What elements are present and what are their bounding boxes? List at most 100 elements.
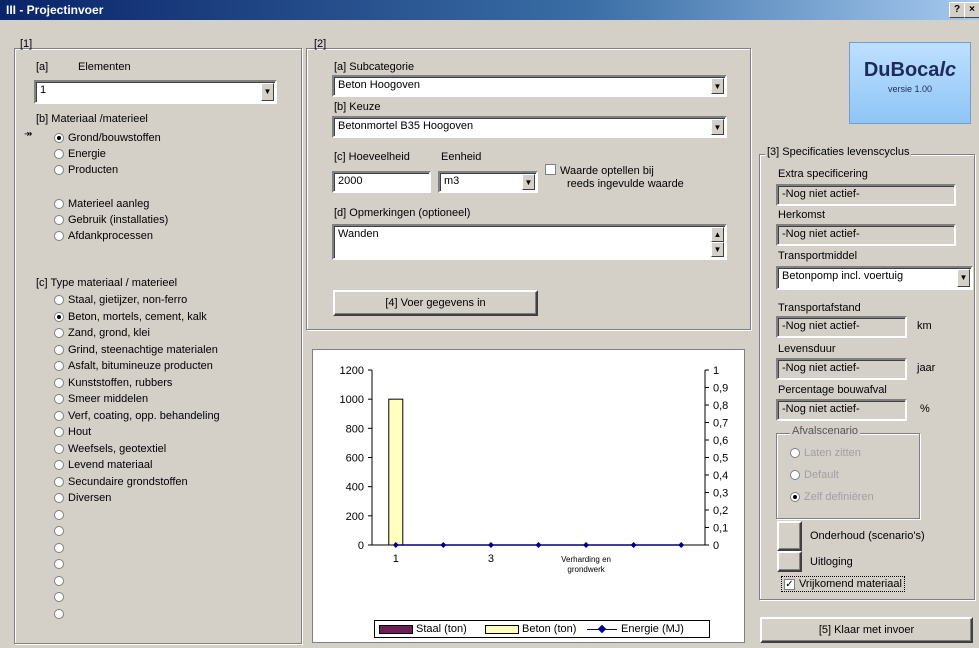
- radio-producten[interactable]: Producten: [54, 163, 118, 177]
- radio-type-materiaal[interactable]: Kunststoffen, rubbers: [54, 376, 172, 390]
- radio-default[interactable]: Default: [790, 468, 839, 482]
- y2-tick-label: 0,2: [713, 505, 728, 517]
- section-2-label: [2]: [314, 38, 327, 50]
- chevron-down-icon[interactable]: ▼: [522, 174, 535, 190]
- radio-dot-icon: [54, 165, 64, 175]
- herkomst-label: Herkomst: [778, 209, 826, 221]
- extra-field[interactable]: -Nog niet actief-: [776, 184, 956, 206]
- diamond-icon: [597, 624, 607, 633]
- y-tick-label: 1200: [340, 365, 364, 377]
- legend-item: Energie (MJ): [587, 623, 684, 635]
- radio-type-materiaal[interactable]: [54, 590, 68, 604]
- scroll-down-icon[interactable]: ▼: [711, 242, 724, 257]
- radio-type-materiaal[interactable]: Staal, gietijzer, non-ferro: [54, 293, 187, 307]
- radio-type-materiaal[interactable]: Smeer middelen: [54, 392, 148, 406]
- radio-type-materiaal[interactable]: [54, 607, 68, 621]
- radio-label: Laten zitten: [804, 447, 861, 459]
- data-point-energie: [487, 542, 494, 548]
- transportmiddel-select[interactable]: Betonpomp incl. voertuig ▼: [776, 266, 973, 290]
- scroll-up-icon[interactable]: ▲: [711, 227, 724, 242]
- keuze-select[interactable]: Betonmortel B35 Hoogoven ▼: [332, 116, 727, 138]
- radio-type-materiaal[interactable]: Weefsels, geotextiel: [54, 442, 166, 456]
- y2-tick-label: 0,9: [713, 383, 728, 395]
- radio-label: Energie: [68, 148, 106, 160]
- radio-dot-icon: [54, 592, 64, 602]
- radio-label: Producten: [68, 164, 119, 176]
- legend-label: Beton (ton): [522, 623, 577, 635]
- uitloging-button[interactable]: [777, 551, 802, 572]
- hoeveelheid-input[interactable]: 2000: [332, 171, 431, 193]
- radio-materieel-aanleg[interactable]: Materieel aanleg: [54, 197, 149, 211]
- radio-label: Kunststoffen, rubbers: [68, 376, 173, 389]
- eenheid-select[interactable]: m3 ▼: [438, 171, 538, 193]
- y2-tick-label: 0,6: [713, 435, 728, 447]
- subcategorie-value: Beton Hoogoven: [338, 79, 420, 91]
- radio-type-materiaal[interactable]: [54, 574, 68, 588]
- x-tick-label: Verharding en: [561, 555, 611, 564]
- logo-title: DuBocalc: [850, 59, 970, 82]
- opmerkingen-label: [d] Opmerkingen (optioneel): [334, 207, 471, 219]
- radio-type-materiaal[interactable]: [54, 541, 68, 555]
- radio-energie[interactable]: Energie: [54, 147, 106, 161]
- radio-type-materiaal[interactable]: [54, 508, 68, 522]
- close-button[interactable]: ×: [964, 2, 979, 18]
- radio-type-materiaal[interactable]: Zand, grond, klei: [54, 326, 150, 340]
- radio-label: Diversen: [68, 492, 112, 504]
- levensduur-field[interactable]: -Nog niet actief-: [776, 358, 907, 380]
- radio-label: Afdankprocessen: [68, 230, 153, 242]
- radio-laten-zitten[interactable]: Laten zitten: [790, 446, 861, 460]
- logo-version: versie 1.00: [887, 84, 933, 94]
- radio-dot-icon: [54, 509, 64, 520]
- radio-label: Levend materiaal: [68, 459, 153, 471]
- keuze-label: [b] Keuze: [334, 101, 381, 113]
- optellen-checkbox[interactable]: [545, 164, 556, 175]
- opmerkingen-value: Wanden: [338, 228, 379, 240]
- radio-grond-bouwstoffen[interactable]: Grond/bouwstoffen: [54, 131, 161, 145]
- radio-type-materiaal[interactable]: Verf, coating, opp. behandeling: [54, 409, 220, 423]
- chevron-down-icon[interactable]: ▼: [711, 119, 724, 135]
- radio-afdankprocessen[interactable]: Afdankprocessen: [54, 229, 153, 243]
- bouwafval-field[interactable]: -Nog niet actief-: [776, 399, 907, 421]
- radio-type-materiaal[interactable]: Diversen: [54, 491, 111, 505]
- radio-dot-icon: [54, 493, 64, 503]
- radio-type-materiaal[interactable]: Asfalt, bitumineuze producten: [54, 359, 213, 373]
- x-tick-label: 1: [393, 553, 399, 565]
- elements-select[interactable]: 1 ▼: [34, 80, 277, 104]
- radio-type-materiaal[interactable]: [54, 557, 68, 571]
- herkomst-value: -Nog niet actief-: [782, 228, 860, 240]
- chevron-down-icon[interactable]: ▼: [957, 269, 970, 287]
- radio-type-materiaal[interactable]: Hout: [54, 425, 91, 439]
- y-tick-label: 800: [346, 423, 364, 435]
- data-point-energie: [678, 542, 685, 548]
- transportafstand-label: Transportafstand: [778, 302, 861, 314]
- radio-type-materiaal[interactable]: Levend materiaal: [54, 458, 152, 472]
- radio-type-materiaal[interactable]: Grind, steenachtige materialen: [54, 343, 218, 357]
- voer-gegevens-in-button[interactable]: [4] Voer gegevens in: [333, 290, 538, 316]
- transportafstand-field[interactable]: -Nog niet actief-: [776, 316, 907, 338]
- radio-type-materiaal[interactable]: Secundaire grondstoffen: [54, 475, 188, 489]
- opmerkingen-textarea[interactable]: Wanden ▲ ▼: [332, 224, 727, 260]
- klaar-met-invoer-button[interactable]: [5] Klaar met invoer: [760, 617, 973, 643]
- chevron-down-icon[interactable]: ▼: [261, 83, 274, 101]
- radio-label: Smeer middelen: [68, 393, 149, 405]
- title-bar: III - Projectinvoer ? ×: [0, 0, 979, 20]
- subcategorie-select[interactable]: Beton Hoogoven ▼: [332, 75, 727, 97]
- hoeveelheid-label: [c] Hoeveelheid: [334, 151, 410, 163]
- y2-tick-label: 0,1: [713, 523, 728, 535]
- radio-type-materiaal[interactable]: Beton, mortels, cement, kalk: [54, 310, 207, 324]
- radio-gebruik[interactable]: Gebruik (installaties): [54, 213, 168, 227]
- radio-type-materiaal[interactable]: [54, 524, 68, 538]
- chevron-down-icon[interactable]: ▼: [711, 78, 724, 94]
- transportmiddel-value: Betonpomp incl. voertuig: [782, 270, 904, 282]
- vrijkomend-checkbox[interactable]: ✓ Vrijkomend materiaal: [781, 576, 905, 592]
- y2-tick-label: 0,3: [713, 488, 728, 500]
- help-button[interactable]: ?: [949, 2, 965, 18]
- radio-label: Default: [804, 469, 839, 481]
- radio-dot-icon: [54, 149, 64, 159]
- radio-dot-icon: [54, 427, 64, 437]
- uitloging-label: Uitloging: [810, 556, 853, 568]
- herkomst-field[interactable]: -Nog niet actief-: [776, 224, 956, 246]
- radio-zelf-definieren[interactable]: Zelf definiëren: [790, 490, 874, 504]
- onderhoud-button[interactable]: [777, 521, 802, 551]
- radio-dot-icon: [54, 133, 64, 143]
